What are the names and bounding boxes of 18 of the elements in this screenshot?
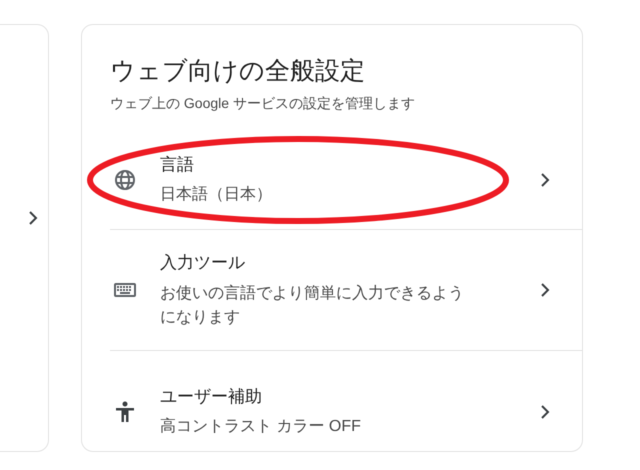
row-value: 日本語（日本）: [160, 184, 273, 206]
card-subtitle: ウェブ上の Google サービスの設定を管理します: [109, 94, 416, 113]
row-value: 高コントラスト カラー OFF: [160, 416, 362, 438]
accessibility-icon: [115, 400, 135, 422]
globe-icon: [113, 168, 137, 192]
chevron-right-icon: [540, 404, 550, 420]
settings-row[interactable]: ユーザー補助 高コントラスト カラー OFF: [110, 351, 582, 470]
chevron-right-icon: [540, 282, 550, 298]
chevron-right-icon: [28, 210, 38, 226]
settings-row[interactable]: 言語 日本語（日本）: [110, 126, 582, 230]
row-label: 言語: [160, 154, 195, 176]
settings-row[interactable]: 入力ツール お使いの言語でより簡単に入力できるようになります: [110, 230, 582, 351]
row-label: 入力ツール: [160, 252, 246, 274]
chevron-right-icon: [540, 172, 550, 188]
keyboard-icon: [113, 281, 137, 299]
row-value: お使いの言語でより簡単に入力できるようになります: [160, 284, 465, 328]
row-label: ユーザー補助: [160, 386, 263, 408]
card-title: ウェブ向けの全般設定: [109, 56, 366, 87]
